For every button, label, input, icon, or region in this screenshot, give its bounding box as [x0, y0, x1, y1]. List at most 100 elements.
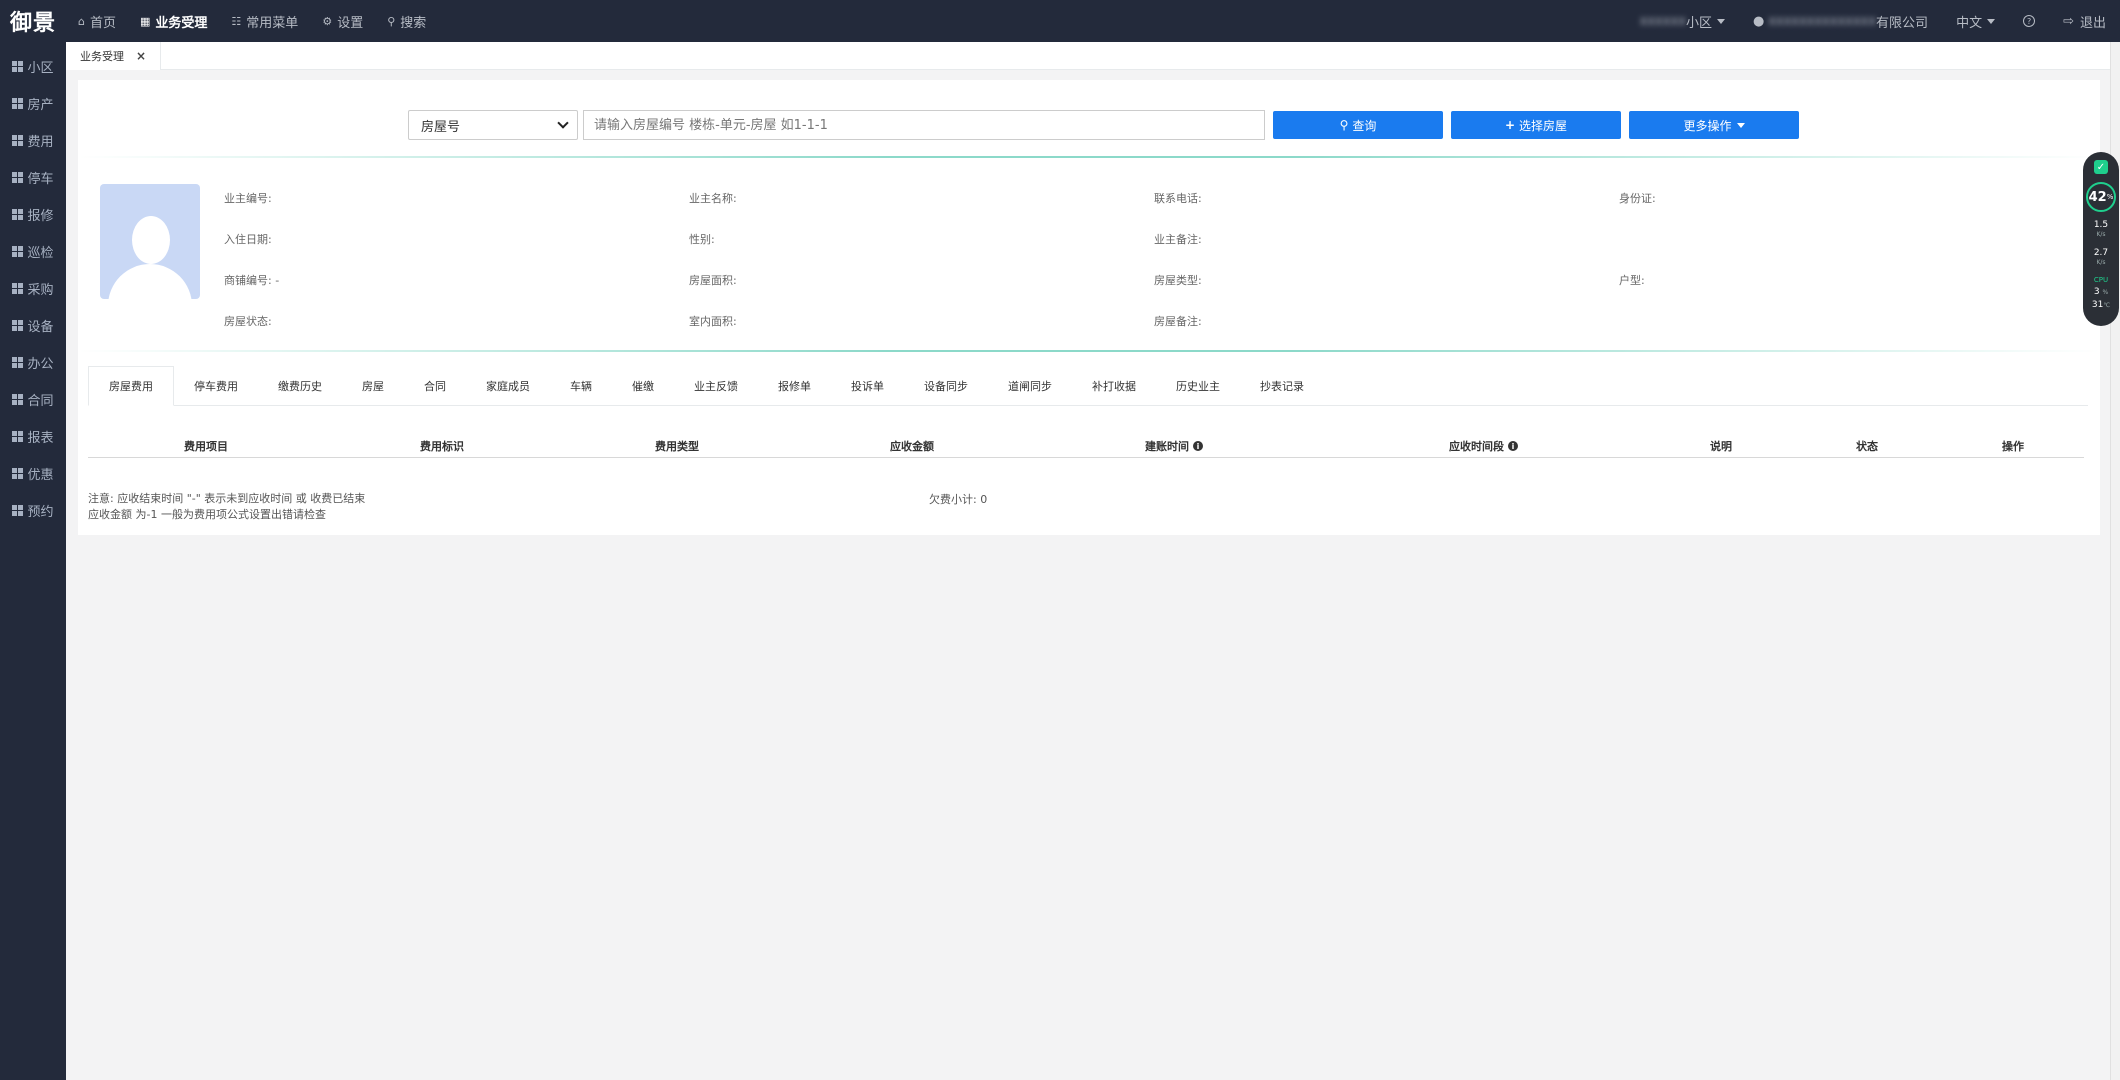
button-label: 更多操作 [1683, 118, 1732, 133]
sidebar-item-report[interactable]: 报表 [0, 418, 66, 455]
memory-percent: 42 [2088, 189, 2107, 205]
caret-down-icon [1716, 18, 1725, 24]
tab-owner-feedback[interactable]: 业主反馈 [674, 366, 758, 406]
sidebar-item-discount[interactable]: 优惠 [0, 455, 66, 492]
nav-business[interactable]: ▦ 业务受理 [128, 0, 219, 42]
shop-id-label: 商铺编号: - [224, 274, 280, 287]
tab-payment-history[interactable]: 缴费历史 [258, 366, 342, 406]
tab-vehicles[interactable]: 车辆 [550, 366, 612, 406]
cpu-unit: % [2102, 289, 2109, 296]
left-sidebar: 小区 房产 费用 停车 报修 巡检 采购 设备 办公 合同 报表 优惠 预约 [0, 42, 66, 1080]
info-row: 业主编号: 业主名称: 联系电话: 身份证: [224, 190, 2084, 231]
owner-remark-label: 业主备注: [1154, 233, 1202, 246]
sidebar-item-inspection[interactable]: 巡检 [0, 233, 66, 270]
nav-home[interactable]: ⌂ 首页 [66, 0, 128, 42]
col-fee-flag: 费用标识 [420, 438, 464, 454]
plus-icon: + [1504, 118, 1516, 132]
sidebar-item-label: 设备 [27, 320, 54, 335]
sidebar-item-reservation[interactable]: 预约 [0, 492, 66, 529]
phone-label: 联系电话: [1154, 192, 1202, 205]
info-icon[interactable]: i [1193, 441, 1203, 451]
grid-icon [12, 98, 24, 109]
info-icon[interactable]: i [1508, 441, 1518, 451]
language-label: 中文 [1956, 15, 1983, 31]
empty-cell [1619, 231, 2084, 272]
page-tabs-bar: 业务受理 × [66, 42, 2120, 70]
nav-label: 搜索 [400, 15, 427, 31]
tab-contract[interactable]: 合同 [404, 366, 466, 406]
home-icon: ⌂ [78, 14, 85, 28]
sidebar-item-label: 报表 [27, 431, 54, 446]
memory-ring: 42% [2086, 182, 2116, 212]
page-tab-business[interactable]: 业务受理 × [66, 42, 162, 70]
column-label: 应收时间段 [1449, 440, 1504, 453]
community-label: 小区 [1685, 15, 1712, 31]
sidebar-item-community[interactable]: 小区 [0, 48, 66, 85]
sidebar-item-office[interactable]: 办公 [0, 344, 66, 381]
grid-icon [12, 505, 24, 516]
logout-button[interactable]: ⇨ 退出 [2049, 0, 2120, 42]
temp-unit: ℃ [2103, 302, 2111, 309]
owner-info: 业主编号: 业主名称: 联系电话: 身份证: 入住日期: 性别: 业主备注: 商… [224, 190, 2084, 354]
column-label: 建账时间 [1145, 440, 1189, 453]
sidebar-item-equipment[interactable]: 设备 [0, 307, 66, 344]
column-label: 费用类型 [655, 440, 699, 453]
sidebar-item-property[interactable]: 房产 [0, 85, 66, 122]
help-button[interactable]: ? [2009, 0, 2049, 42]
tab-repair-orders[interactable]: 报修单 [758, 366, 831, 406]
nav-search[interactable]: ⚲ 搜索 [375, 0, 438, 42]
more-actions-button[interactable]: 更多操作 [1629, 111, 1799, 139]
tab-house[interactable]: 房屋 [342, 366, 404, 406]
sidebar-item-label: 合同 [27, 394, 54, 409]
fee-note: 注意: 应收结束时间 "-" 表示未到应收时间 或 收费已结束 应收金额 为-1… [88, 491, 365, 523]
nav-settings[interactable]: ⚙ 设置 [310, 0, 375, 42]
house-area-label: 房屋面积: [689, 274, 737, 287]
layout-label: 户型: [1619, 274, 1645, 287]
caret-down-icon [1987, 18, 1996, 24]
tab-history-owners[interactable]: 历史业主 [1156, 366, 1240, 406]
brand-logo[interactable]: 御景 [0, 0, 66, 42]
tab-family-members[interactable]: 家庭成员 [466, 366, 550, 406]
community-dropdown[interactable]: xxxxxx 小区 [1626, 0, 1739, 42]
percent-unit: % [2106, 193, 2114, 201]
search-type-select[interactable]: 房屋号 [408, 110, 578, 140]
grid-icon [12, 246, 24, 257]
choose-house-button[interactable]: + 选择房屋 [1451, 111, 1621, 139]
column-label: 费用项目 [184, 440, 228, 453]
house-search-input[interactable] [583, 110, 1265, 140]
tab-device-sync[interactable]: 设备同步 [904, 366, 988, 406]
note-line: 应收金额 为-1 一般为费用项公式设置出错请检查 [88, 508, 326, 521]
logout-icon: ⇨ [2063, 13, 2074, 29]
col-created-time: 建账时间 i [1145, 438, 1203, 454]
tab-complaints[interactable]: 投诉单 [831, 366, 904, 406]
language-dropdown[interactable]: 中文 [1942, 0, 2009, 42]
search-icon: ⚲ [1339, 118, 1349, 132]
col-description: 说明 [1710, 438, 1732, 454]
calculator-icon: ▦ [140, 14, 151, 28]
sidebar-item-fee[interactable]: 费用 [0, 122, 66, 159]
owner-avatar [100, 184, 200, 299]
close-icon[interactable]: × [136, 49, 146, 63]
gear-icon: ⚙ [322, 14, 333, 28]
grid-icon [12, 357, 24, 368]
sidebar-item-purchase[interactable]: 采购 [0, 270, 66, 307]
column-label: 费用标识 [420, 440, 464, 453]
user-company[interactable]: ● xxxxxxxxxxxxxx 有限公司 [1739, 0, 1942, 42]
system-monitor-widget[interactable]: ✓ 42% 1.5 K/s 2.7 K/s CPU 3 % 31℃ [2083, 152, 2119, 326]
query-button[interactable]: ⚲ 查询 [1273, 111, 1443, 139]
tab-gate-sync[interactable]: 道闸同步 [988, 366, 1072, 406]
sidebar-item-label: 预约 [27, 505, 54, 520]
sidebar-item-parking[interactable]: 停车 [0, 159, 66, 196]
sidebar-item-label: 报修 [27, 209, 54, 224]
sidebar-item-repair[interactable]: 报修 [0, 196, 66, 233]
tab-reprint-receipt[interactable]: 补打收据 [1072, 366, 1156, 406]
tab-meter-records[interactable]: 抄表记录 [1240, 366, 1324, 406]
tab-reminders[interactable]: 催缴 [612, 366, 674, 406]
nav-common-menu[interactable]: ☷ 常用菜单 [219, 0, 310, 42]
house-status-label: 房屋状态: [224, 315, 272, 328]
tab-house-fee[interactable]: 房屋费用 [88, 366, 174, 406]
id-card-label: 身份证: [1619, 192, 1656, 205]
download-speed: 2.7 K/s [2094, 248, 2108, 268]
tab-parking-fee[interactable]: 停车费用 [174, 366, 258, 406]
sidebar-item-contract[interactable]: 合同 [0, 381, 66, 418]
